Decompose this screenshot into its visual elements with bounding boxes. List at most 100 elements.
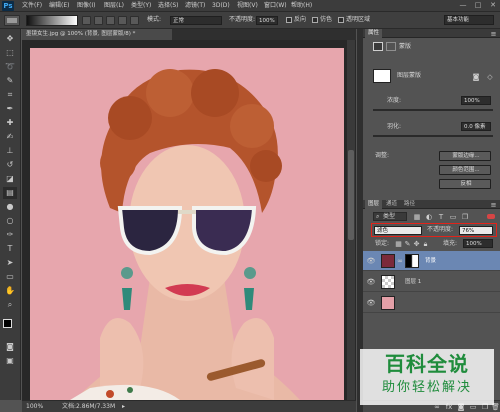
reflected-gradient-button[interactable] — [118, 16, 127, 25]
document-tab[interactable]: 墨镜女生.jpg @ 100% (背景, 图层蒙版/8) * — [22, 29, 172, 40]
menu-type[interactable]: 类型(Y) — [131, 2, 151, 10]
layer-row-layer1[interactable]: 👁︎ 图层 1 — [363, 272, 500, 292]
lock-all-icon[interactable]: 🔒︎ — [422, 240, 429, 248]
layer-mask-thumb[interactable] — [405, 254, 419, 268]
screen-mode-icon[interactable]: ▣ — [3, 355, 17, 367]
lock-pixels-icon[interactable]: ✎ — [404, 240, 411, 248]
visibility-eye-icon[interactable]: 👁︎ — [366, 277, 376, 287]
feather-slider[interactable] — [373, 135, 493, 137]
menu-3d[interactable]: 3D(D) — [212, 2, 230, 10]
document-canvas[interactable] — [30, 48, 344, 400]
diamond-gradient-button[interactable] — [130, 16, 139, 25]
crop-tool-icon[interactable]: ⌗ — [3, 89, 17, 101]
tab-properties[interactable]: 属性 — [365, 29, 383, 38]
lock-position-icon[interactable]: ✥ — [413, 240, 420, 248]
filter-toggle-switch[interactable] — [487, 214, 495, 219]
pen-tool-icon[interactable]: ✑ — [3, 229, 17, 241]
layer-opacity-input[interactable]: 76% — [459, 226, 493, 235]
adjust-label: 调整: — [375, 152, 390, 159]
type-tool-icon[interactable]: T — [3, 243, 17, 255]
dodge-tool-icon[interactable]: ○ — [3, 215, 17, 227]
healing-brush-tool-icon[interactable]: ✚ — [3, 117, 17, 129]
filter-type-icon[interactable]: T — [437, 213, 445, 221]
opacity-input[interactable]: 100% — [256, 16, 278, 25]
gradient-tool-preset-button[interactable] — [4, 15, 20, 26]
layer-name[interactable]: 背景 — [425, 257, 436, 265]
vector-mask-icon[interactable] — [386, 42, 396, 51]
menu-file[interactable]: 文件(F) — [22, 2, 42, 10]
add-pixel-mask-icon[interactable]: ◙ — [471, 73, 481, 81]
color-range-button[interactable]: 颜色范围... — [439, 165, 491, 175]
zoom-level[interactable]: 100% — [26, 403, 43, 411]
minimize-button[interactable]: — — [456, 0, 470, 11]
menu-edit[interactable]: 编辑(E) — [49, 2, 69, 10]
brush-tool-icon[interactable]: ✍ — [3, 131, 17, 143]
menu-image[interactable]: 图像(I) — [77, 2, 95, 10]
lasso-tool-icon[interactable]: ➰ — [3, 61, 17, 73]
menu-help[interactable]: 帮助(H) — [291, 2, 312, 10]
menu-window[interactable]: 窗口(W) — [264, 2, 287, 10]
visibility-eye-icon[interactable]: 👁︎ — [366, 256, 376, 266]
pixel-mask-icon[interactable] — [373, 42, 383, 51]
gradient-picker[interactable] — [26, 15, 78, 26]
menu-view[interactable]: 视图(V) — [237, 2, 258, 10]
panel-menu-icon[interactable]: ≡ — [489, 30, 498, 38]
filter-shape-icon[interactable]: ▭ — [449, 213, 457, 221]
angle-gradient-button[interactable] — [106, 16, 115, 25]
blend-mode-select[interactable]: 滤色 — [374, 226, 422, 235]
blur-tool-icon[interactable]: ● — [3, 201, 17, 213]
fill-input[interactable]: 100% — [463, 239, 493, 248]
filter-pixel-icon[interactable]: ▦ — [413, 213, 421, 221]
canvas-area[interactable] — [22, 40, 356, 400]
reverse-checkbox[interactable] — [286, 17, 292, 23]
quick-mask-icon[interactable]: ◙ — [3, 341, 17, 353]
eyedropper-tool-icon[interactable]: ✒ — [3, 103, 17, 115]
layers-panel-menu-icon[interactable]: ≡ — [489, 201, 498, 209]
radial-gradient-button[interactable] — [94, 16, 103, 25]
tab-paths[interactable]: 路径 — [401, 200, 418, 209]
hand-tool-icon[interactable]: ✋ — [3, 285, 17, 297]
quick-select-tool-icon[interactable]: ✎ — [3, 75, 17, 87]
layer-mask-thumbnail[interactable] — [373, 69, 391, 83]
transparency-checkbox[interactable] — [338, 17, 344, 23]
path-select-tool-icon[interactable]: ➤ — [3, 257, 17, 269]
mask-link-icon[interactable]: ∞ — [397, 257, 403, 265]
shape-tool-icon[interactable]: ▭ — [3, 271, 17, 283]
history-brush-tool-icon[interactable]: ↺ — [3, 159, 17, 171]
menu-filter[interactable]: 滤镜(T) — [185, 2, 205, 10]
linear-gradient-button[interactable] — [82, 16, 91, 25]
filter-smart-icon[interactable]: ❐ — [461, 213, 469, 221]
lock-transparent-icon[interactable]: ▦ — [395, 240, 402, 248]
menu-select[interactable]: 选择(S) — [158, 2, 179, 10]
canvas-vertical-scrollbar[interactable] — [347, 40, 355, 400]
eraser-tool-icon[interactable]: ◪ — [3, 173, 17, 185]
scrollbar-thumb[interactable] — [348, 150, 354, 240]
zoom-tool-icon[interactable]: ⌕ — [3, 299, 17, 311]
visibility-eye-icon[interactable]: 👁︎ — [366, 298, 376, 308]
tab-channels[interactable]: 通道 — [383, 200, 400, 209]
tab-layers[interactable]: 图层 — [365, 200, 383, 209]
foreground-color-swatch[interactable] — [3, 319, 12, 328]
mask-edge-button[interactable]: 蒙版边缘... — [439, 151, 491, 161]
menu-layer[interactable]: 图层(L) — [104, 2, 124, 10]
layer-name[interactable]: 图层 1 — [405, 278, 421, 286]
feather-input[interactable]: 0.0 像素 — [461, 122, 491, 131]
move-tool-icon[interactable]: ✥ — [3, 33, 17, 45]
close-button[interactable]: ✕ — [486, 0, 500, 11]
clone-stamp-tool-icon[interactable]: ⊥ — [3, 145, 17, 157]
density-input[interactable]: 100% — [461, 96, 491, 105]
layer-kind-filter[interactable]: ⌕ 类型 — [373, 212, 407, 221]
gradient-tool-icon[interactable]: ▤ — [3, 187, 17, 199]
filter-adjust-icon[interactable]: ◐ — [425, 213, 433, 221]
dither-checkbox[interactable] — [312, 17, 318, 23]
maximize-button[interactable]: □ — [471, 0, 485, 11]
workspace-select[interactable]: 基本功能 — [444, 15, 494, 25]
status-menu-arrow-icon[interactable]: ▸ — [122, 403, 125, 411]
marquee-tool-icon[interactable]: ⬚ — [3, 47, 17, 59]
density-slider[interactable] — [373, 109, 493, 111]
layer-row-background[interactable]: 👁︎ ∞ 背景 — [363, 251, 500, 271]
add-vector-mask-icon[interactable]: ◇ — [485, 73, 495, 81]
layer-row-photo[interactable]: 👁︎ — [363, 293, 500, 313]
mode-select[interactable]: 正常 — [170, 16, 222, 25]
invert-button[interactable]: 反相 — [439, 179, 491, 189]
